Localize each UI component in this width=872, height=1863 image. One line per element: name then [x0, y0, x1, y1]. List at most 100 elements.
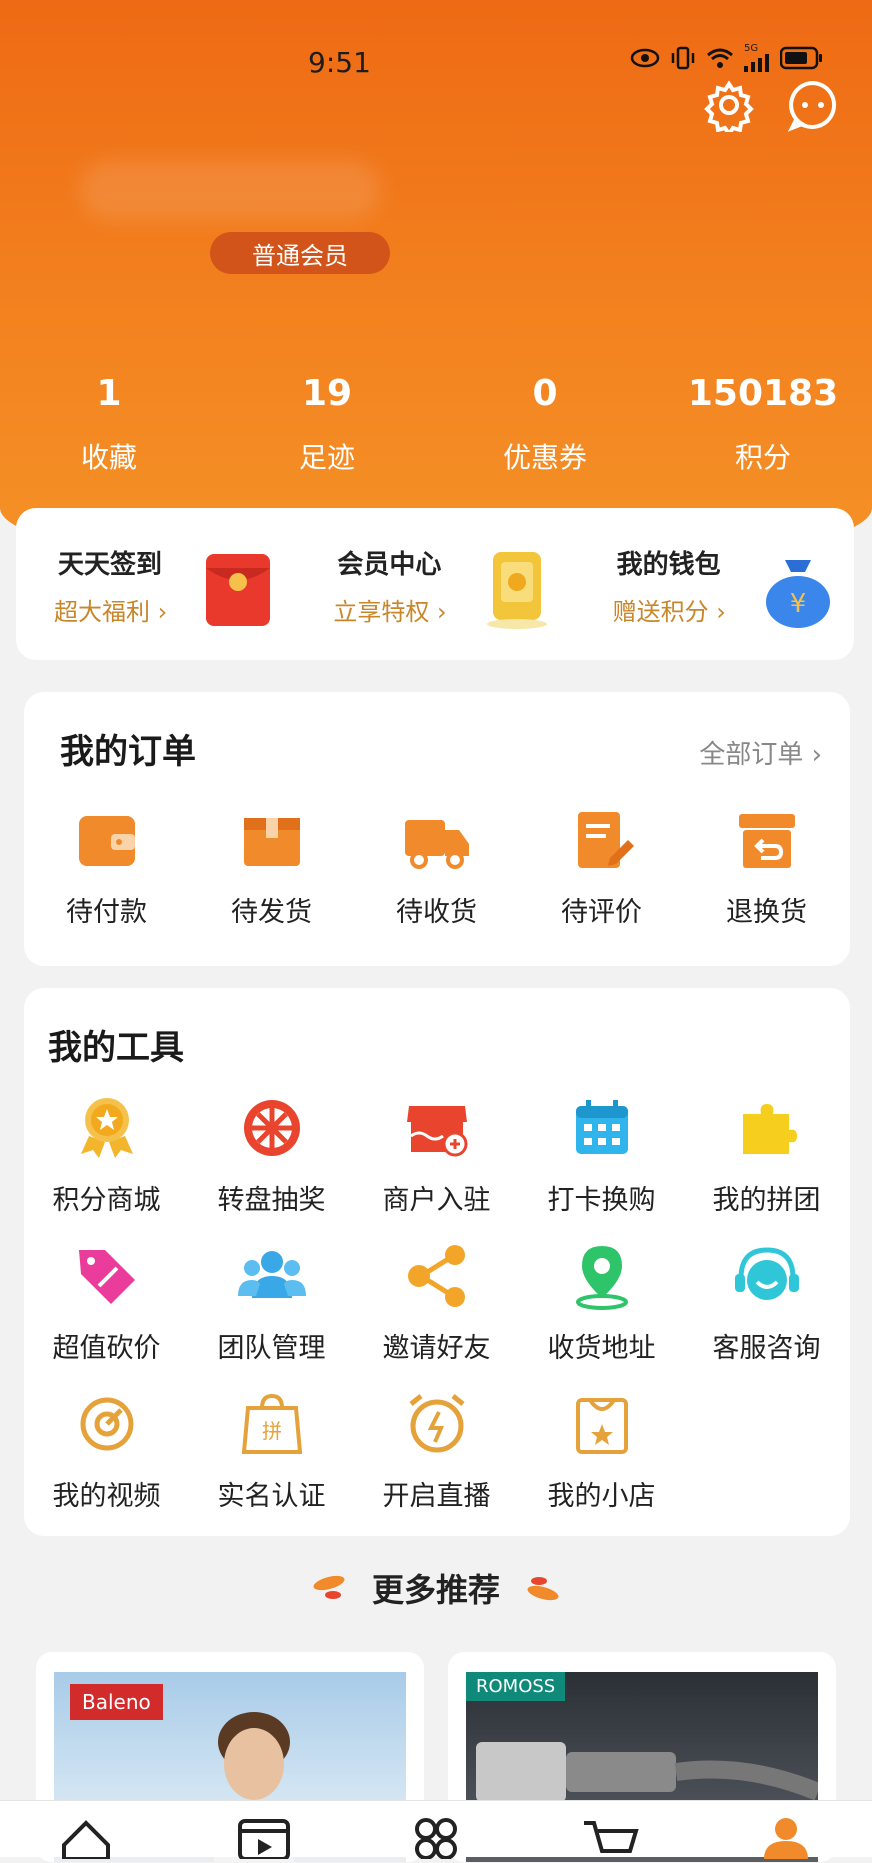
tool-label: 邀请好友	[382, 1333, 491, 1364]
stat-label: 收藏	[80, 441, 137, 474]
vibrate-icon	[670, 45, 696, 75]
team-icon	[237, 1251, 306, 1298]
promo-my-wallet[interactable]: 我的钱包 赠送积分 › ¥	[575, 508, 854, 660]
network-type: 5G	[744, 43, 759, 54]
tool-team-management[interactable]: 团队管理	[189, 1240, 354, 1365]
return-icon	[738, 814, 795, 868]
stat-coupons[interactable]: 0 优惠券	[436, 370, 654, 476]
orders-title: 我的订单	[60, 732, 196, 772]
promo-sub: 超大福利 ›	[54, 598, 168, 626]
order-label: 退换货	[726, 897, 807, 928]
stats-row: 1 收藏 19 足迹 0 优惠券 150183 积分	[0, 370, 872, 476]
tool-my-store[interactable]: 我的小店	[519, 1388, 684, 1513]
order-pending-review[interactable]: 待评价	[519, 804, 684, 929]
review-icon	[577, 812, 634, 868]
share-icon	[407, 1245, 465, 1307]
tool-my-videos[interactable]: 我的视频	[24, 1388, 189, 1513]
tool-shipping-address[interactable]: 收货地址	[519, 1240, 684, 1365]
promo-member-center[interactable]: 会员中心 立享特权 ›	[295, 508, 574, 660]
video-icon	[80, 1397, 133, 1451]
signal-icon: 5G	[744, 44, 770, 75]
cart-icon[interactable]	[580, 1815, 640, 1859]
tools-row-3: 我的视频 拼 实名认证 开启直播 我的小店	[24, 1388, 850, 1513]
store-bag-icon	[575, 1398, 628, 1454]
tool-label: 超值砍价	[52, 1333, 161, 1364]
tool-start-live[interactable]: 开启直播	[354, 1388, 519, 1513]
bottom-tab-bar	[0, 1800, 872, 1861]
tool-my-group-buy[interactable]: 我的拼团	[684, 1092, 849, 1217]
stat-label: 积分	[734, 441, 791, 474]
order-label: 待付款	[66, 897, 147, 928]
tool-checkin-redeem[interactable]: 打卡换购	[519, 1092, 684, 1217]
promo-sub: 赠送积分 ›	[612, 598, 726, 626]
stat-value: 1	[96, 373, 122, 414]
battery-icon	[779, 46, 824, 74]
orders-card: 我的订单 全部订单 › 待付款 待发货 待收货 待评价 退换货	[24, 692, 850, 966]
home-icon[interactable]	[56, 1815, 116, 1861]
stat-value: 150183	[687, 373, 839, 414]
stat-favorites[interactable]: 1 收藏	[0, 370, 218, 476]
all-orders-link[interactable]: 全部订单 ›	[699, 734, 822, 771]
order-pending-payment[interactable]: 待付款	[24, 804, 189, 929]
stat-footprints[interactable]: 19 足迹	[218, 370, 436, 476]
tool-label: 我的视频	[52, 1481, 161, 1512]
tool-bargain[interactable]: 超值砍价	[24, 1240, 189, 1365]
tool-label: 商户入驻	[382, 1185, 491, 1216]
wifi-icon	[706, 47, 734, 73]
order-pending-shipment[interactable]: 待发货	[189, 804, 354, 929]
stat-points[interactable]: 150183 积分	[654, 370, 872, 476]
tool-customer-service[interactable]: 客服咨询	[684, 1240, 849, 1365]
stat-label: 优惠券	[502, 441, 587, 474]
tool-label: 打卡换购	[547, 1185, 656, 1216]
message-icon[interactable]	[786, 78, 840, 132]
profile-icon[interactable]	[756, 1815, 816, 1859]
gold-card-icon	[479, 546, 557, 630]
username-blurred	[80, 160, 380, 220]
order-label: 待评价	[561, 897, 642, 928]
promo-strip: 天天签到 超大福利 › 会员中心 立享特权 › 我的钱包 赠送积分 › ¥	[16, 508, 854, 660]
tool-label: 团队管理	[217, 1333, 326, 1364]
video-tab-icon[interactable]	[234, 1815, 294, 1861]
order-label: 待收货	[396, 897, 477, 928]
medal-icon	[80, 1098, 133, 1158]
status-icons: 5G	[630, 44, 824, 75]
tool-points-mall[interactable]: 积分商城	[24, 1092, 189, 1217]
wheel-icon	[243, 1100, 300, 1156]
orders-row: 待付款 待发货 待收货 待评价 退换货	[24, 804, 850, 929]
calendar-icon	[575, 1100, 628, 1154]
stat-value: 19	[301, 373, 353, 414]
settings-gear-icon[interactable]	[702, 78, 756, 138]
promo-title: 会员中心	[337, 550, 442, 580]
tag-icon	[78, 1250, 135, 1304]
tool-label: 我的小店	[547, 1481, 656, 1512]
box-icon	[243, 818, 300, 866]
member-level-badge[interactable]: 普通会员	[210, 232, 390, 274]
tool-label: 收货地址	[547, 1333, 656, 1364]
leaf-right-icon	[523, 1573, 563, 1611]
tool-label: 开启直播	[382, 1481, 491, 1512]
tool-invite-friends[interactable]: 邀请好友	[354, 1240, 519, 1365]
tools-card: 我的工具 积分商城 转盘抽奖 商户入驻 打卡换购 我的拼团 超值砍价 团队管理 …	[24, 988, 850, 1536]
truck-icon	[404, 820, 469, 869]
recommend-title: 更多推荐	[0, 1565, 872, 1611]
tool-real-name-verify[interactable]: 拼 实名认证	[189, 1388, 354, 1513]
order-pending-receipt[interactable]: 待收货	[354, 804, 519, 929]
money-bag-icon: ¥	[759, 546, 837, 630]
puzzle-icon	[742, 1104, 797, 1154]
status-time: 9:51	[308, 46, 371, 79]
leaf-left-icon	[309, 1573, 349, 1611]
order-returns[interactable]: 退换货	[684, 804, 849, 929]
svg-text:¥: ¥	[789, 589, 806, 619]
stat-value: 0	[532, 373, 558, 414]
tools-row-1: 积分商城 转盘抽奖 商户入驻 打卡换购 我的拼团	[24, 1092, 850, 1217]
tools-row-2: 超值砍价 团队管理 邀请好友 收货地址 客服咨询	[24, 1240, 850, 1365]
tool-label: 我的拼团	[712, 1185, 821, 1216]
tool-lucky-wheel[interactable]: 转盘抽奖	[189, 1092, 354, 1217]
tool-merchant-join[interactable]: 商户入驻	[354, 1092, 519, 1217]
promo-sub: 立享特权 ›	[333, 598, 447, 626]
promo-daily-checkin[interactable]: 天天签到 超大福利 ›	[16, 508, 295, 660]
shop-icon	[406, 1106, 467, 1157]
tool-label: 积分商城	[52, 1185, 161, 1216]
category-icon[interactable]	[406, 1815, 466, 1860]
alarm-icon	[408, 1394, 465, 1453]
